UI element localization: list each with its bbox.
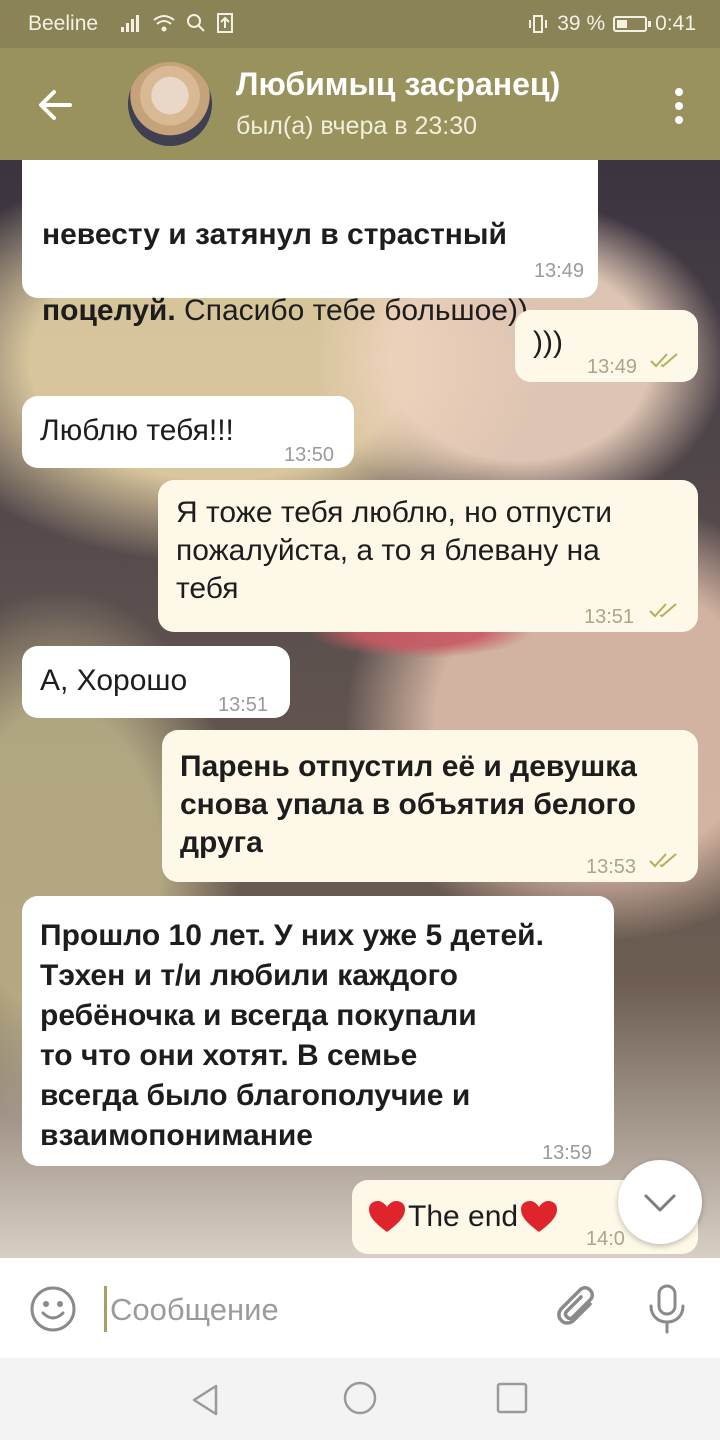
- message-text: Парень отпустил её и девушка снова упала…: [180, 750, 637, 859]
- nav-home-icon[interactable]: [340, 1378, 380, 1418]
- system-nav-bar: [0, 1358, 720, 1440]
- message-time: 13:49: [587, 356, 638, 378]
- last-seen: был(а) вчера в 23:30: [236, 112, 478, 140]
- upload-icon: [217, 13, 233, 33]
- message-text: The end: [408, 1200, 519, 1233]
- message-time: 13:53: [586, 856, 637, 878]
- battery-fill: [617, 20, 628, 28]
- vibrate-icon: [529, 15, 548, 33]
- message-text: Я тоже тебя люблю, но отпусти пожалуйста…: [176, 496, 612, 605]
- back-arrow-icon[interactable]: [30, 80, 80, 130]
- message-input[interactable]: [108, 1286, 532, 1334]
- clock: 0:41: [655, 12, 696, 35]
- heart-icon: [369, 1201, 405, 1232]
- message-incoming[interactable]: А, Хорошо 13:51: [22, 646, 290, 718]
- message-outgoing[interactable]: Я тоже тебя люблю, но отпусти пожалуйста…: [158, 480, 698, 632]
- message-text: невесту и затянул в страстный: [42, 218, 507, 251]
- more-vert-icon[interactable]: [672, 86, 686, 126]
- message-incoming[interactable]: Люблю тебя!!! 13:50: [22, 396, 354, 468]
- message-text: Прошло 10 лет. У них уже 5 детей. Тэхен …: [40, 919, 544, 1152]
- message-time: 13:51: [584, 606, 635, 628]
- scroll-down-button[interactable]: [618, 1160, 702, 1244]
- status-bar: Beeline 39 % 0:41: [0, 0, 720, 48]
- chat-title[interactable]: Любимыц засранец): [236, 66, 560, 103]
- message-incoming[interactable]: невесту и затянул в страстный поцелуй. С…: [22, 160, 598, 327]
- double-check-icon: [649, 853, 677, 868]
- double-check-icon: [650, 353, 678, 368]
- status-right: 39 % 0:41: [527, 12, 696, 36]
- battery-icon: [613, 16, 652, 32]
- message-outgoing[interactable]: ))) 13:49: [515, 310, 698, 382]
- text-cursor: [104, 1286, 107, 1332]
- message-time: 13:50: [284, 444, 335, 466]
- message-incoming[interactable]: Прошло 10 лет. У них уже 5 детей. Тэхен …: [22, 896, 614, 1166]
- message-text: поцелуй.: [42, 294, 176, 327]
- message-content: The end: [368, 1198, 558, 1236]
- chevron-down-icon: [644, 1194, 676, 1212]
- nav-recent-icon[interactable]: [494, 1380, 530, 1416]
- wifi-icon: [153, 15, 175, 32]
- chat-area[interactable]: невесту и затянул в страстный поцелуй. С…: [0, 160, 720, 1258]
- attach-icon[interactable]: [550, 1282, 604, 1336]
- chat-header: Любимыц засранец) был(а) вчера в 23:30: [0, 48, 720, 160]
- search-icon: [187, 14, 205, 32]
- message-text: ))): [533, 326, 563, 359]
- message-input-bar: [0, 1258, 720, 1358]
- message-time: 13:59: [542, 1142, 593, 1164]
- battery-percent: 39 %: [557, 12, 606, 35]
- mic-icon[interactable]: [642, 1282, 692, 1336]
- avatar[interactable]: [128, 62, 212, 146]
- message-time: 13:49: [533, 260, 584, 282]
- message-text: Спасибо тебе большое)): [175, 294, 528, 327]
- message-time: 13:51: [218, 694, 269, 716]
- carrier-name: Beeline: [28, 12, 99, 35]
- heart-icon: [521, 1201, 558, 1232]
- message-outgoing[interactable]: Парень отпустил её и девушка снова упала…: [162, 730, 698, 882]
- signal-icon: [121, 15, 139, 32]
- status-icons: [120, 12, 234, 34]
- message-text: Люблю тебя!!!: [40, 414, 234, 447]
- nav-back-icon[interactable]: [186, 1380, 226, 1420]
- emoji-icon[interactable]: [28, 1284, 78, 1334]
- double-check-icon: [649, 603, 677, 618]
- message-text: А, Хорошо: [40, 664, 188, 697]
